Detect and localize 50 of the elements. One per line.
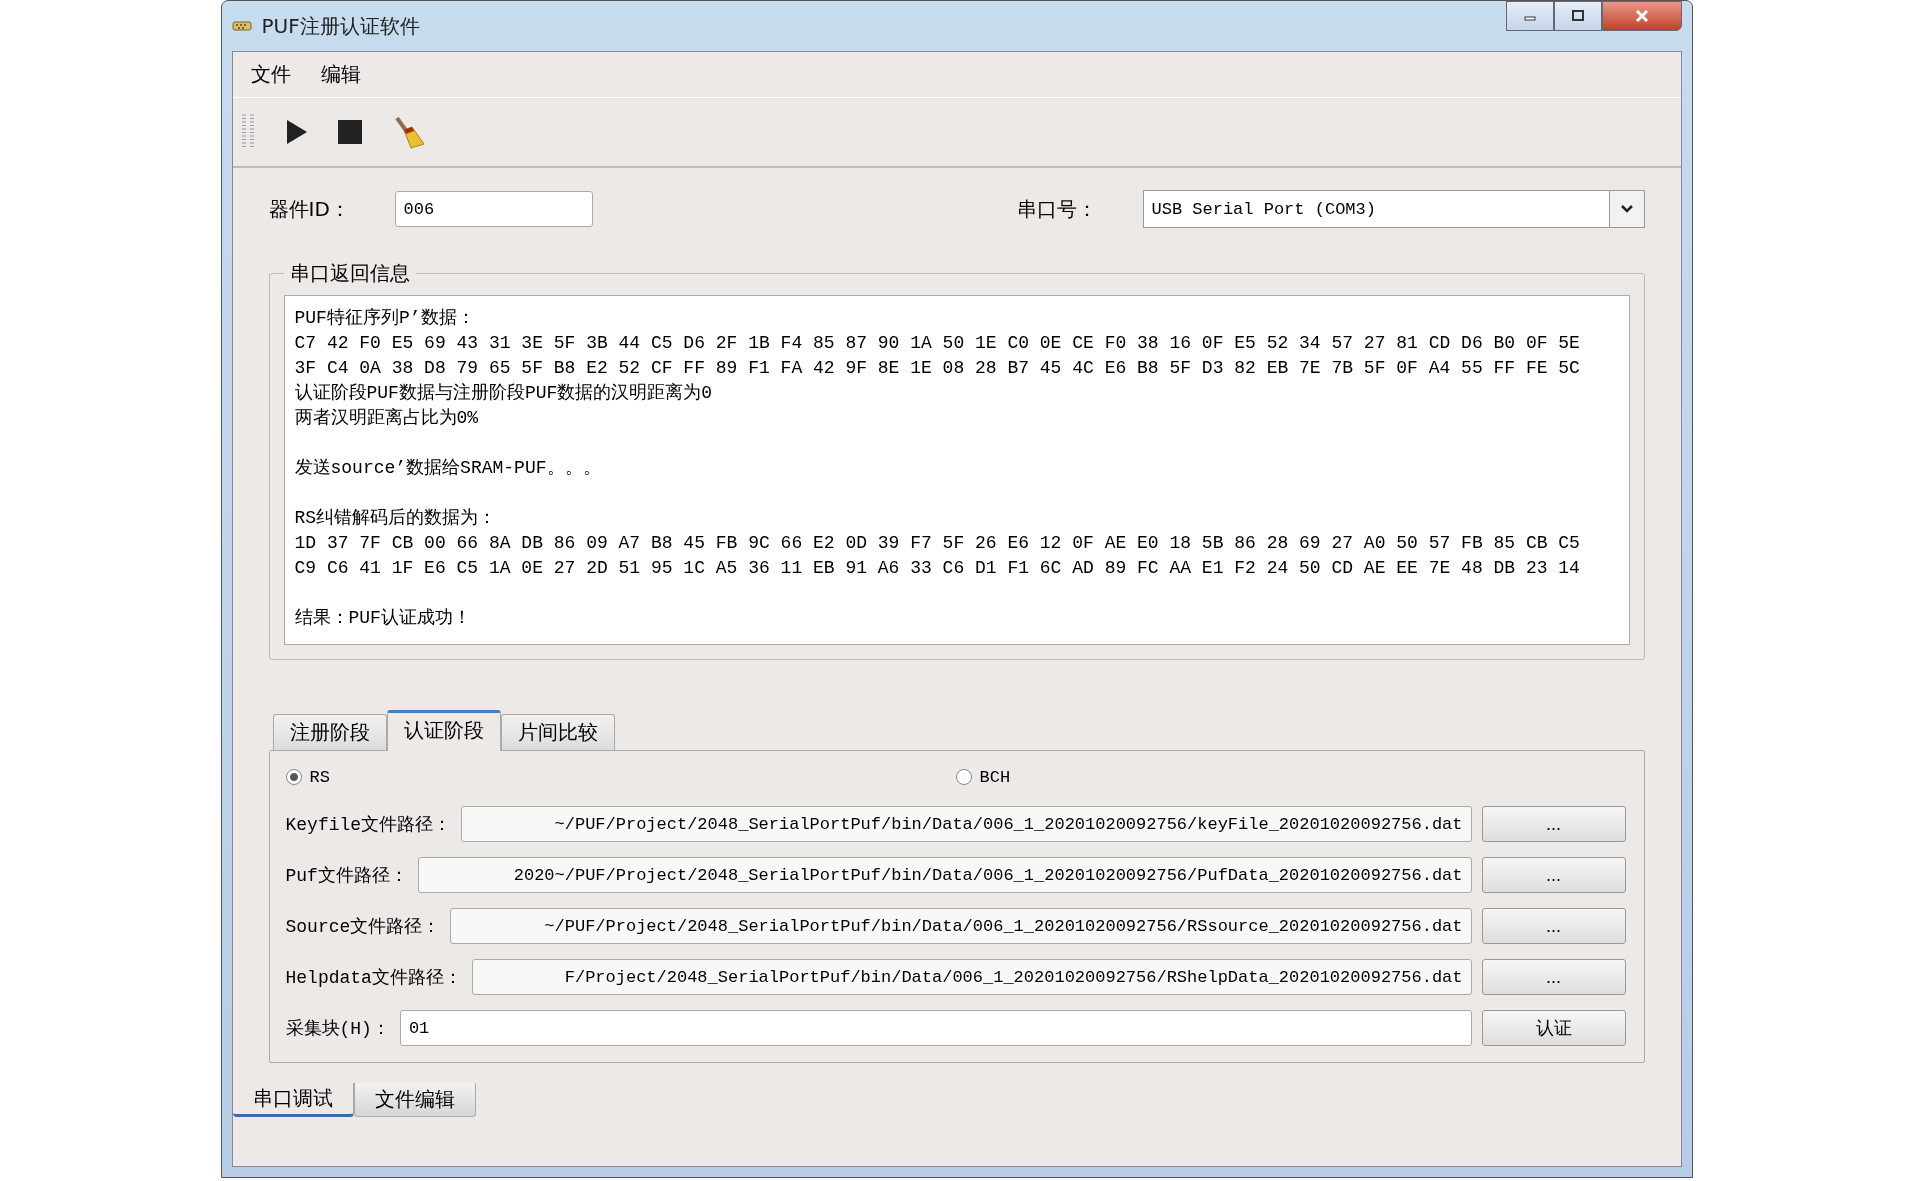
path-field[interactable]: 2020~/PUF/Project/2048_SerialPortPuf/bin/Data/006_1_20201020092756/PufData_20201020092756.dat <box>417 857 1472 893</box>
path-field[interactable]: ~/PUF/Project/2048_SerialPortPuf/bin/Data/006_1_20201020092756/RSsource_20201020092756.dat <box>450 908 1472 944</box>
output-line: PUF特征序列P’数据： <box>294 307 475 330</box>
stage-tab[interactable]: 注册阶段 <box>272 714 387 750</box>
window-title: PUF注册认证软件 <box>261 12 420 40</box>
output-line: 认证阶段PUF数据与注册阶段PUF数据的汉明距离为0 <box>294 382 713 405</box>
output-line: 3F C4 0A 38 D8 79 65 5F B8 E2 52 CF FF 89 F1 FA 42 9F 8E 1E 08 28 B7 45 4C E6 B8 5F D3 82 EB 7E 7B 5F 0F A4 55 FF FE 5C <box>294 357 1580 380</box>
output-line: 结果：PUF认证成功！ <box>294 607 471 630</box>
path-label: Helpdata文件路径： <box>285 967 462 989</box>
serial-port-dropdown[interactable]: USB Serial Port (COM3) <box>1142 190 1645 228</box>
path-label: Puf文件路径： <box>285 865 408 887</box>
path-field[interactable]: 01 <box>399 1010 1472 1046</box>
path-label: Source文件路径： <box>285 916 441 938</box>
radio-indicator[interactable] <box>285 769 302 785</box>
decoder-radio[interactable]: RS <box>285 767 956 787</box>
output-line: RS纠错解码后的数据为： <box>294 507 497 530</box>
output-line: C9 C6 41 1F E6 C5 1A 0E 27 2D 51 95 1C A5 36 11 EB 91 A6 33 C6 D1 F1 6C AD 89 FC AA E1 F2 24 50 CD AE EE 7E 48 DB 23 14 <box>294 557 1580 580</box>
device-id-label: 器件ID： <box>268 195 351 223</box>
browse-button[interactable]: 认证 <box>1481 1010 1626 1046</box>
chevron-down-icon <box>1619 204 1634 214</box>
bottom-tab[interactable]: 串口调试 <box>232 1083 354 1117</box>
output-line: 1D 37 7F CB 00 66 8A DB 86 09 A7 B8 45 FB 9C 66 E2 0D 39 F7 5F 26 E6 12 0F AE E0 18 5B 86 28 69 27 A0 50 57 FB 85 CB C5 <box>294 532 1580 555</box>
browse-button[interactable]: ... <box>1481 857 1626 893</box>
bottom-tab[interactable]: 文件编辑 <box>353 1083 476 1117</box>
device-id-field[interactable]: 006 <box>394 191 593 227</box>
maximize-icon <box>1570 10 1585 22</box>
close-icon <box>1633 9 1650 23</box>
stage-tab[interactable]: 认证阶段 <box>386 710 501 751</box>
menu-item[interactable]: 文件 <box>250 61 291 88</box>
menu-item[interactable]: 编辑 <box>320 61 361 88</box>
radio-indicator[interactable] <box>955 769 972 785</box>
browse-button[interactable]: ... <box>1481 959 1626 995</box>
browse-button[interactable]: ... <box>1481 806 1626 842</box>
stage-tab[interactable]: 片间比较 <box>500 714 615 750</box>
port-icon <box>231 21 252 31</box>
path-field[interactable]: ~/PUF/Project/2048_SerialPortPuf/bin/Data/006_1_20201020092756/keyFile_20201020092756.dat <box>461 806 1472 842</box>
minimize-button[interactable] <box>1505 1 1554 31</box>
path-field[interactable]: F/Project/2048_SerialPortPuf/bin/Data/006_1_20201020092756/RShelpData_20201020092756.dat <box>471 959 1472 995</box>
maximize-button[interactable] <box>1553 1 1602 31</box>
path-label: Keyfile文件路径： <box>285 814 452 836</box>
browse-button[interactable]: ... <box>1481 908 1626 944</box>
path-label: 采集块(H)： <box>285 1018 390 1040</box>
serial-port-label: 串口号： <box>1016 195 1098 223</box>
output-line: C7 42 F0 E5 69 43 31 3E 5F 3B 44 C5 D6 2F 1B F4 85 87 90 1A 50 1E C0 0E CE F0 38 16 0F E5 52 34 57 27 81 CD D6 B0 0F 5E <box>294 332 1580 355</box>
close-button[interactable] <box>1601 1 1682 31</box>
group-title: 串口返回信息 <box>288 260 411 287</box>
output-line: 两者汉明距离占比为0% <box>294 407 479 430</box>
decoder-radio[interactable]: BCH <box>955 767 1626 787</box>
stop-button[interactable] <box>336 119 363 145</box>
output-line: 发送source’数据给SRAM-PUF。。。 <box>294 457 601 480</box>
